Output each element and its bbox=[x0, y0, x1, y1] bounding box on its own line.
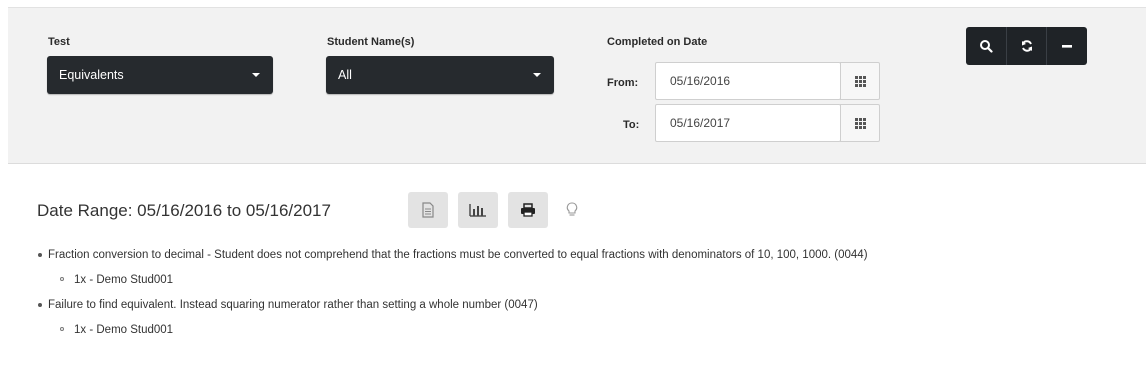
student-names-dropdown-value: All bbox=[338, 68, 352, 82]
error-list: Fraction conversion to decimal - Student… bbox=[38, 248, 1138, 337]
print-button[interactable] bbox=[508, 192, 548, 228]
student-names-dropdown[interactable]: All bbox=[326, 56, 554, 94]
sub-list-item: 1x - Demo Stud001 bbox=[48, 273, 1138, 287]
from-label: From: bbox=[607, 77, 639, 89]
list-item-text: Failure to find equivalent. Instead squa… bbox=[48, 299, 538, 311]
document-button[interactable] bbox=[408, 192, 448, 228]
bar-chart-button[interactable] bbox=[458, 192, 498, 228]
lightbulb-icon bbox=[566, 202, 578, 216]
student-names-label: Student Name(s) bbox=[327, 36, 415, 48]
bar-chart-icon bbox=[469, 204, 486, 217]
calendar-icon bbox=[854, 117, 866, 129]
list-item: Fraction conversion to decimal - Student… bbox=[38, 248, 1138, 287]
test-label: Test bbox=[48, 36, 70, 48]
to-date-input[interactable]: 05/16/2017 bbox=[655, 104, 841, 142]
refresh-button[interactable] bbox=[1006, 27, 1047, 65]
list-item-text: Fraction conversion to decimal - Student… bbox=[48, 249, 868, 261]
date-range-title: Date Range: 05/16/2016 to 05/16/2017 bbox=[37, 201, 331, 220]
from-date-input[interactable]: 05/16/2016 bbox=[655, 62, 841, 100]
completed-date-label: Completed on Date bbox=[607, 36, 708, 48]
refresh-icon bbox=[1022, 40, 1032, 52]
test-dropdown[interactable]: Equivalents bbox=[47, 56, 273, 94]
from-calendar-button[interactable] bbox=[840, 62, 880, 100]
chevron-down-icon bbox=[533, 73, 541, 77]
document-icon bbox=[422, 202, 434, 218]
sub-list-item: 1x - Demo Stud001 bbox=[48, 323, 1138, 337]
lightbulb-button[interactable] bbox=[552, 192, 592, 228]
print-icon bbox=[521, 203, 535, 217]
chevron-down-icon bbox=[252, 73, 260, 77]
to-calendar-button[interactable] bbox=[840, 104, 880, 142]
collapse-button[interactable] bbox=[1046, 27, 1087, 65]
list-item: Failure to find equivalent. Instead squa… bbox=[38, 298, 1138, 337]
minus-icon bbox=[1062, 45, 1072, 48]
search-button[interactable] bbox=[966, 27, 1006, 65]
test-dropdown-value: Equivalents bbox=[59, 68, 124, 82]
search-icon bbox=[980, 40, 993, 53]
calendar-icon bbox=[854, 75, 866, 87]
to-label: To: bbox=[623, 119, 640, 131]
